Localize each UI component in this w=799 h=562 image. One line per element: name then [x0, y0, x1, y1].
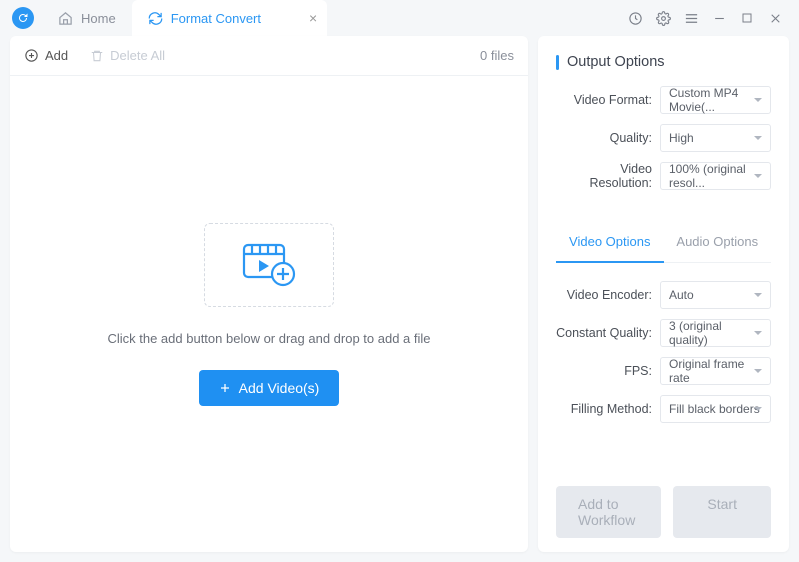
app-logo — [12, 7, 34, 29]
tab-close-icon[interactable]: × — [309, 10, 317, 26]
history-icon[interactable] — [627, 10, 643, 26]
tab-home[interactable]: Home — [42, 0, 132, 36]
option-subtabs: Video Options Audio Options — [556, 224, 771, 263]
dropzone-hint: Click the add button below or drag and d… — [107, 331, 430, 346]
add-video-icon — [241, 242, 297, 288]
menu-icon[interactable] — [683, 10, 699, 26]
add-button[interactable]: Add — [24, 48, 68, 63]
dropzone-illustration — [204, 223, 334, 307]
convert-icon — [148, 11, 163, 26]
minimize-icon[interactable] — [711, 10, 727, 26]
window-controls — [627, 10, 799, 26]
constant-quality-select[interactable]: 3 (original quality) — [660, 319, 771, 347]
resolution-label: Video Resolution: — [556, 162, 660, 190]
titlebar: Home Format Convert × — [0, 0, 799, 36]
footer-actions: Add to Workflow Start — [556, 470, 771, 538]
resolution-select[interactable]: 100% (original resol... — [660, 162, 771, 190]
home-icon — [58, 11, 73, 26]
trash-icon — [90, 49, 104, 63]
tab-convert-label: Format Convert — [171, 11, 261, 26]
tab-format-convert[interactable]: Format Convert × — [132, 0, 328, 36]
dropzone[interactable]: Click the add button below or drag and d… — [10, 76, 528, 552]
start-button[interactable]: Start — [673, 486, 771, 538]
filling-method-select[interactable]: Fill black borders — [660, 395, 771, 423]
filling-method-label: Filling Method: — [556, 402, 660, 416]
fps-select[interactable]: Original frame rate — [660, 357, 771, 385]
add-label: Add — [45, 48, 68, 63]
file-toolbar: Add Delete All 0 files — [10, 36, 528, 76]
options-panel: Output Options Video Format: Custom MP4 … — [538, 36, 789, 552]
video-encoder-select[interactable]: Auto — [660, 281, 771, 309]
quality-label: Quality: — [556, 131, 660, 145]
settings-icon[interactable] — [655, 10, 671, 26]
file-count: 0 files — [480, 48, 514, 63]
close-icon[interactable] — [767, 10, 783, 26]
quality-select[interactable]: High — [660, 124, 771, 152]
subtab-audio-options[interactable]: Audio Options — [664, 224, 772, 262]
video-format-label: Video Format: — [556, 93, 660, 107]
fps-label: FPS: — [556, 364, 660, 378]
delete-all-button: Delete All — [90, 48, 165, 63]
add-videos-label: Add Video(s) — [239, 380, 320, 396]
add-videos-button[interactable]: Add Video(s) — [199, 370, 340, 406]
plus-circle-icon — [24, 48, 39, 63]
output-options-title: Output Options — [556, 54, 771, 70]
video-encoder-label: Video Encoder: — [556, 288, 660, 302]
maximize-icon[interactable] — [739, 10, 755, 26]
subtab-video-options[interactable]: Video Options — [556, 224, 664, 263]
delete-all-label: Delete All — [110, 48, 165, 63]
file-panel: Add Delete All 0 files Click the ad — [10, 36, 528, 552]
add-to-workflow-button[interactable]: Add to Workflow — [556, 486, 661, 538]
constant-quality-label: Constant Quality: — [556, 326, 660, 340]
tab-home-label: Home — [81, 11, 116, 26]
video-format-select[interactable]: Custom MP4 Movie(... — [660, 86, 771, 114]
plus-icon — [219, 382, 231, 394]
